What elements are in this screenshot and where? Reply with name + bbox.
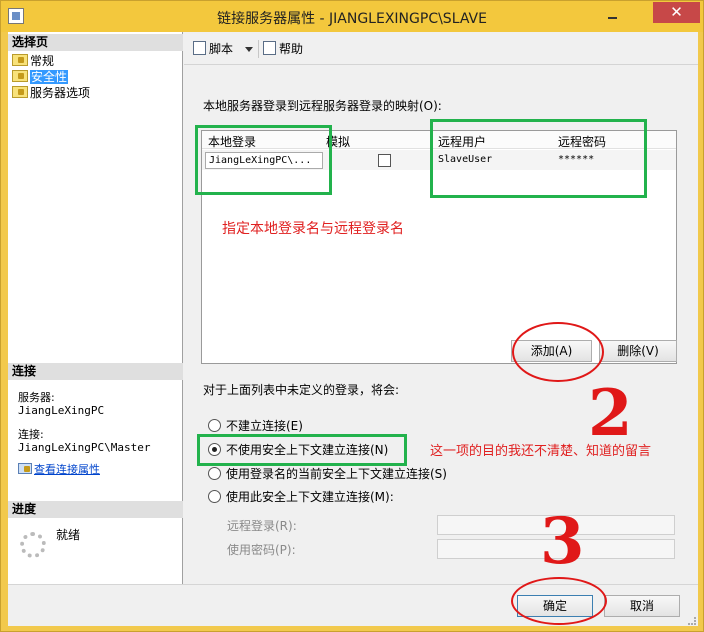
title-bar[interactable]: 链接服务器属性 - JIANGLEXINGPC\SLAVE ✕	[1, 1, 703, 32]
progress-spinner-icon	[20, 532, 46, 558]
dialog-client-area: 选择页 常规 安全性 服务器选项 连接 服务器: JiangLeXingPC 连…	[8, 32, 698, 626]
radio-button[interactable]	[208, 419, 221, 432]
script-label: 脚本	[209, 42, 234, 56]
close-button[interactable]: ✕	[653, 2, 700, 23]
connection-label: 连接:	[18, 428, 44, 441]
annotation-number-2: 2	[588, 376, 633, 451]
view-connection-link[interactable]: 查看连接属性	[34, 463, 100, 476]
unlisted-logins-label: 对于上面列表中未定义的登录，将会:	[203, 383, 400, 397]
remote-login-label: 远程登录(R):	[227, 519, 297, 533]
script-button[interactable]: 脚本	[193, 40, 233, 58]
option-current-security-context[interactable]: 使用登录名的当前安全上下文建立连接(S)	[208, 465, 447, 483]
resize-grip-icon[interactable]	[688, 617, 696, 625]
impersonate-checkbox[interactable]	[378, 154, 391, 167]
left-pane: 选择页 常规 安全性 服务器选项 连接 服务器: JiangLeXingPC 连…	[8, 32, 183, 584]
server-label: 服务器:	[18, 391, 55, 404]
highlight-selected-option	[197, 434, 407, 466]
option-label: 使用登录名的当前安全上下文建立连接(S)	[226, 467, 447, 481]
nav-item-general[interactable]: 常规	[12, 54, 54, 69]
select-page-header: 选择页	[8, 34, 183, 51]
right-pane: 脚本 帮助 本地服务器登录到远程服务器登录的映射(O): 本地登录 模拟 远程用…	[184, 32, 698, 584]
progress-header: 进度	[8, 501, 183, 518]
dialog-footer: 确定 取消	[8, 577, 698, 626]
cancel-button[interactable]: 取消	[604, 595, 680, 617]
dialog-window: 链接服务器属性 - JIANGLEXINGPC\SLAVE ✕ 选择页 常规 安…	[0, 0, 704, 632]
annotation-number-3: 3	[540, 504, 585, 579]
page-icon	[12, 70, 28, 82]
page-icon	[12, 54, 28, 66]
page-icon	[12, 86, 28, 98]
view-connection-properties[interactable]: 查看连接属性	[18, 463, 100, 476]
nav-item-label: 常规	[30, 54, 55, 68]
script-icon	[193, 41, 206, 55]
option-this-security-context[interactable]: 使用此安全上下文建立连接(M):	[208, 488, 394, 506]
nav-item-security[interactable]: 安全性	[12, 70, 69, 85]
script-dropdown-icon[interactable]	[245, 47, 253, 52]
window-title: 链接服务器属性 - JIANGLEXINGPC\SLAVE	[217, 11, 487, 27]
help-icon	[263, 41, 276, 55]
highlight-remote-credentials	[430, 119, 647, 198]
option-no-connection[interactable]: 不建立连接(E)	[208, 417, 303, 435]
toolbar-separator	[258, 40, 259, 58]
radio-button[interactable]	[208, 490, 221, 503]
nav-item-label: 安全性	[30, 70, 69, 84]
radio-button[interactable]	[208, 467, 221, 480]
properties-icon	[18, 463, 32, 474]
server-value: JiangLeXingPC	[18, 404, 105, 417]
minimize-button[interactable]	[602, 6, 624, 22]
help-button[interactable]: 帮助	[263, 40, 303, 58]
password-label: 使用密码(P):	[227, 543, 296, 557]
nav-item-label: 服务器选项	[30, 86, 91, 100]
help-label: 帮助	[279, 42, 304, 56]
option-label: 使用此安全上下文建立连接(M):	[226, 490, 394, 504]
connection-value: JiangLeXingPC\Master	[18, 441, 151, 454]
circle-add-button	[512, 322, 604, 382]
toolbar: 脚本 帮助	[184, 32, 698, 65]
remove-button[interactable]: 删除(V)	[599, 340, 677, 362]
mapping-label: 本地服务器登录到远程服务器登录的映射(O):	[203, 99, 442, 113]
circle-ok-button	[511, 577, 607, 625]
annotation-mapping: 指定本地登录名与远程登录名	[222, 221, 404, 237]
nav-item-server-options[interactable]: 服务器选项	[12, 86, 90, 101]
highlight-local-login	[195, 125, 332, 195]
progress-status: 就绪	[56, 528, 81, 542]
connection-header: 连接	[8, 363, 183, 380]
option-label: 不建立连接(E)	[226, 419, 303, 433]
